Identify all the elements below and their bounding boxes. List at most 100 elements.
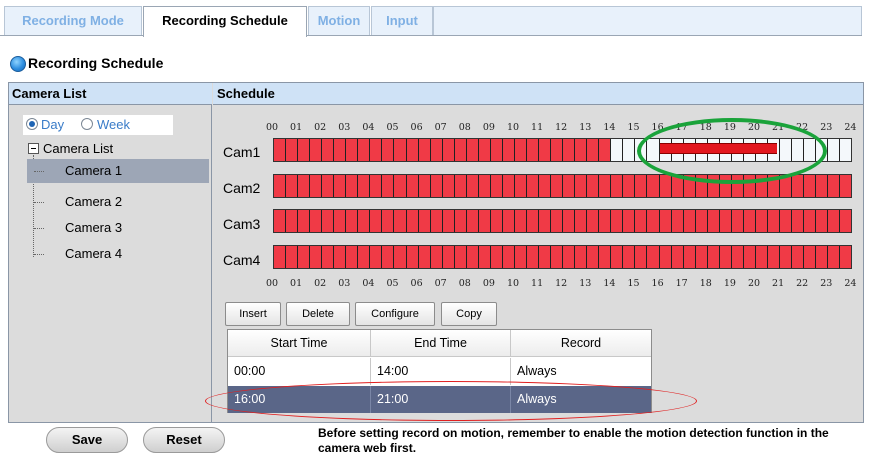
schedule-slot[interactable] bbox=[623, 175, 636, 197]
schedule-slot[interactable] bbox=[599, 139, 612, 161]
schedule-slot[interactable] bbox=[551, 246, 564, 268]
schedule-slot[interactable] bbox=[551, 139, 564, 161]
schedule-slot[interactable] bbox=[382, 246, 395, 268]
schedule-slot[interactable] bbox=[526, 210, 540, 232]
schedule-slot[interactable] bbox=[514, 210, 527, 232]
schedule-slot[interactable] bbox=[623, 139, 636, 161]
schedule-slot[interactable] bbox=[466, 246, 479, 268]
schedule-slot[interactable] bbox=[767, 210, 780, 232]
cam3-schedule-bar[interactable] bbox=[273, 209, 852, 233]
schedule-slot[interactable] bbox=[466, 175, 479, 197]
tab-input[interactable]: Input bbox=[371, 6, 433, 36]
schedule-slot[interactable] bbox=[454, 246, 467, 268]
schedule-slot[interactable] bbox=[334, 175, 347, 197]
schedule-slot[interactable] bbox=[430, 139, 443, 161]
schedule-slot[interactable] bbox=[442, 246, 455, 268]
schedule-slot[interactable] bbox=[828, 139, 841, 161]
schedule-slot[interactable] bbox=[502, 175, 515, 197]
schedule-slot[interactable] bbox=[635, 246, 648, 268]
schedule-slot[interactable] bbox=[743, 210, 756, 232]
schedule-slot[interactable] bbox=[466, 210, 479, 232]
schedule-slot[interactable] bbox=[743, 246, 756, 268]
schedule-slot[interactable] bbox=[671, 246, 684, 268]
schedule-slot[interactable] bbox=[816, 210, 829, 232]
schedule-slot[interactable] bbox=[587, 139, 600, 161]
schedule-slot[interactable] bbox=[659, 175, 672, 197]
schedule-slot[interactable] bbox=[575, 210, 588, 232]
schedule-slot[interactable] bbox=[442, 175, 455, 197]
schedule-slot[interactable] bbox=[430, 175, 443, 197]
schedule-slot[interactable] bbox=[334, 246, 347, 268]
schedule-slot[interactable] bbox=[334, 139, 347, 161]
schedule-slot[interactable] bbox=[539, 210, 552, 232]
schedule-slot[interactable] bbox=[792, 175, 805, 197]
schedule-slot[interactable] bbox=[454, 175, 467, 197]
schedule-slot[interactable] bbox=[840, 246, 852, 268]
schedule-slot[interactable] bbox=[514, 246, 527, 268]
schedule-slot[interactable] bbox=[719, 246, 732, 268]
schedule-slot[interactable] bbox=[611, 139, 624, 161]
schedule-slot[interactable] bbox=[298, 246, 311, 268]
schedule-slot[interactable] bbox=[382, 175, 395, 197]
schedule-slot[interactable] bbox=[322, 246, 335, 268]
schedule-slot[interactable] bbox=[587, 246, 600, 268]
schedule-slot[interactable] bbox=[767, 246, 780, 268]
column-header-start-time[interactable]: Start Time bbox=[228, 330, 371, 356]
schedule-slot[interactable] bbox=[707, 246, 720, 268]
schedule-slot[interactable] bbox=[526, 139, 540, 161]
schedule-slot[interactable] bbox=[731, 210, 744, 232]
schedule-slot[interactable] bbox=[442, 139, 455, 161]
schedule-slot[interactable] bbox=[575, 175, 588, 197]
schedule-slot[interactable] bbox=[804, 246, 817, 268]
schedule-slot[interactable] bbox=[828, 246, 841, 268]
schedule-slot[interactable] bbox=[490, 139, 503, 161]
schedule-slot[interactable] bbox=[526, 246, 540, 268]
week-radio-label[interactable]: Week bbox=[97, 117, 130, 132]
schedule-slot[interactable] bbox=[502, 139, 515, 161]
schedule-slot[interactable] bbox=[346, 139, 359, 161]
schedule-slot[interactable] bbox=[382, 210, 395, 232]
schedule-slot[interactable] bbox=[370, 246, 383, 268]
schedule-slot[interactable] bbox=[755, 246, 768, 268]
schedule-slot[interactable] bbox=[707, 210, 720, 232]
cam4-schedule-bar[interactable] bbox=[273, 245, 852, 269]
schedule-slot[interactable] bbox=[539, 175, 552, 197]
tree-item-camera-1[interactable]: Camera 1 bbox=[27, 159, 209, 183]
schedule-slot[interactable] bbox=[418, 139, 431, 161]
schedule-slot[interactable] bbox=[394, 175, 407, 197]
schedule-slot[interactable] bbox=[695, 210, 708, 232]
schedule-slot[interactable] bbox=[274, 210, 287, 232]
schedule-slot[interactable] bbox=[478, 175, 491, 197]
schedule-slot[interactable] bbox=[334, 210, 347, 232]
schedule-slot[interactable] bbox=[274, 139, 287, 161]
configure-button[interactable]: Configure bbox=[355, 302, 435, 326]
schedule-slot[interactable] bbox=[358, 246, 371, 268]
schedule-slot[interactable] bbox=[526, 175, 540, 197]
tree-item-camera-2[interactable]: Camera 2 bbox=[27, 190, 209, 214]
schedule-slot[interactable] bbox=[755, 210, 768, 232]
schedule-slot[interactable] bbox=[298, 175, 311, 197]
schedule-slot[interactable] bbox=[575, 139, 588, 161]
schedule-slot[interactable] bbox=[358, 175, 371, 197]
schedule-slot[interactable] bbox=[406, 246, 419, 268]
schedule-slot[interactable] bbox=[454, 139, 467, 161]
schedule-slot[interactable] bbox=[418, 175, 431, 197]
schedule-slot[interactable] bbox=[792, 210, 805, 232]
copy-button[interactable]: Copy bbox=[441, 302, 497, 326]
schedule-slot[interactable] bbox=[539, 139, 552, 161]
schedule-slot[interactable] bbox=[611, 246, 624, 268]
schedule-slot[interactable] bbox=[514, 175, 527, 197]
schedule-slot[interactable] bbox=[346, 210, 359, 232]
tree-item-camera-4[interactable]: Camera 4 bbox=[27, 242, 209, 266]
schedule-slot[interactable] bbox=[370, 139, 383, 161]
schedule-slot[interactable] bbox=[731, 246, 744, 268]
schedule-slot[interactable] bbox=[514, 139, 527, 161]
schedule-slot[interactable] bbox=[490, 246, 503, 268]
reset-button[interactable]: Reset bbox=[143, 427, 225, 453]
schedule-slot[interactable] bbox=[779, 210, 793, 232]
schedule-slot[interactable] bbox=[442, 210, 455, 232]
save-button[interactable]: Save bbox=[46, 427, 128, 453]
tree-collapse-icon[interactable] bbox=[28, 143, 39, 154]
schedule-slot[interactable] bbox=[599, 175, 612, 197]
tab-motion[interactable]: Motion bbox=[308, 6, 370, 36]
